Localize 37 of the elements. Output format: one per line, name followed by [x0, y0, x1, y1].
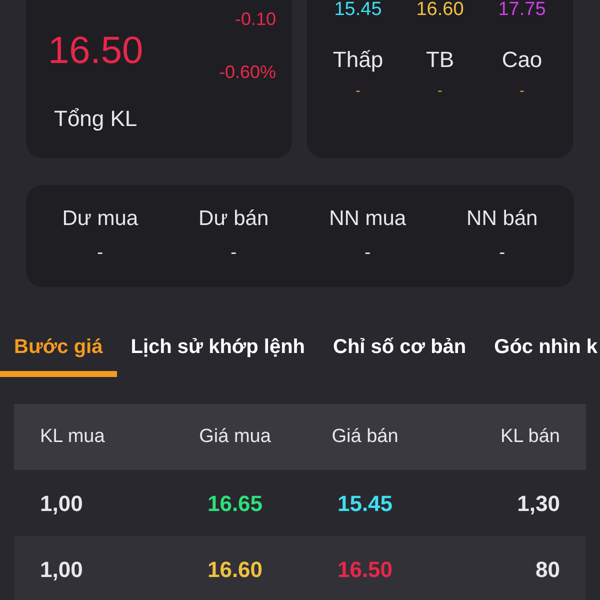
stat-label: Dư mua [62, 206, 138, 232]
column-header: KL mua [40, 424, 106, 449]
range-value: 17.75 [498, 0, 546, 19]
price-change: -0.10 [234, 8, 276, 31]
range-dash: - [356, 81, 360, 100]
tab[interactable]: Chỉ số cơ bản [319, 329, 480, 377]
table-cell-text: 16.65 [206, 490, 264, 518]
table-cell-text: 1,00 [40, 490, 84, 518]
table-cell-text: 16.60 [206, 556, 264, 584]
range-value: 16.60 [416, 0, 464, 19]
range-label: Cao [502, 46, 542, 74]
table-cell-text: 16.50 [336, 556, 394, 584]
range-label: TB [426, 46, 454, 74]
stat-value: - [364, 240, 371, 264]
stat-label: Dư bán [198, 206, 269, 232]
table-cell-text: 80 [534, 556, 560, 584]
last-price: 16.50 [48, 32, 144, 70]
range-dash: - [438, 81, 442, 100]
table-cell-text: 1,00 [40, 556, 84, 584]
stat-value: - [230, 240, 237, 264]
column-header: KL bán [499, 424, 560, 449]
tab[interactable]: Lịch sử khớp lệnh [116, 329, 320, 377]
stat-value: - [499, 240, 506, 264]
stat-label: NN mua [329, 206, 406, 232]
table-cell-text: 1,30 [516, 490, 560, 518]
table-cell-text: 15.45 [336, 490, 394, 518]
stat-value: - [97, 240, 104, 264]
column-header: Giá mua [198, 424, 272, 449]
range-label: Thấp [332, 46, 384, 74]
stat-label: NN bán [466, 206, 538, 232]
column-header: Giá bán [330, 424, 400, 449]
volume-label: Tổng KL [54, 105, 138, 133]
tab[interactable]: Góc nhìn k [480, 329, 600, 377]
price-change-percent: -0.60% [218, 61, 276, 84]
range-dash: - [520, 81, 524, 100]
range-value: 15.45 [334, 0, 382, 19]
tab[interactable]: Bước giá [0, 329, 117, 377]
